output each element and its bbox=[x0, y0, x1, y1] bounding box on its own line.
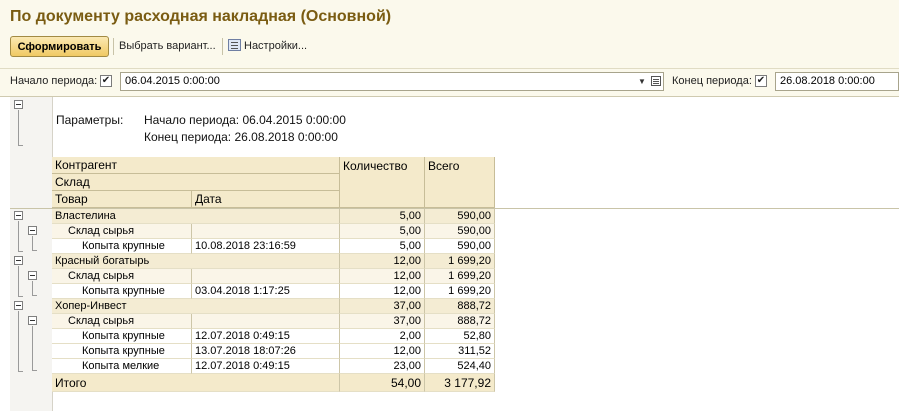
collapse-warehouse-toggle[interactable] bbox=[28, 226, 37, 235]
date-cell: 12.07.2018 0:49:15 bbox=[192, 359, 340, 374]
header-total: Всего bbox=[425, 157, 495, 208]
start-period-checkbox[interactable]: ✔ bbox=[100, 75, 112, 87]
quantity-cell: 37,00 bbox=[340, 314, 425, 329]
end-period-checkbox[interactable]: ✔ bbox=[755, 75, 767, 87]
toolbar-divider bbox=[113, 38, 114, 55]
total-label: Итого bbox=[52, 374, 340, 392]
date-cell: 03.04.2018 1:17:25 bbox=[192, 284, 340, 299]
collapse-params-toggle[interactable] bbox=[14, 100, 23, 109]
header-product: Товар bbox=[52, 191, 192, 208]
date-cell bbox=[192, 224, 340, 239]
param-start: Начало периода: 06.04.2015 0:00:00 bbox=[144, 113, 346, 127]
window-title: По документу расходная накладная (Основн… bbox=[10, 8, 392, 25]
date-cell: 10.08.2018 23:16:59 bbox=[192, 239, 340, 254]
sum-cell: 590,00 bbox=[425, 224, 495, 239]
sum-cell: 311,52 bbox=[425, 344, 495, 359]
quantity-cell: 23,00 bbox=[340, 359, 425, 374]
table-row[interactable]: Склад сырья 5,00 590,00 bbox=[52, 224, 495, 239]
product-cell: Копыта мелкие bbox=[52, 359, 192, 374]
quantity-cell: 12,00 bbox=[340, 284, 425, 299]
product-cell: Копыта крупные bbox=[52, 284, 192, 299]
date-cell: 12.07.2018 0:49:15 bbox=[192, 329, 340, 344]
toolbar-divider bbox=[222, 38, 223, 55]
collapse-counterparty-toggle[interactable] bbox=[14, 256, 23, 265]
quantity-cell: 2,00 bbox=[340, 329, 425, 344]
quantity-cell: 5,00 bbox=[340, 209, 425, 224]
table-row[interactable]: Копыта крупные 10.08.2018 23:16:59 5,00 590… bbox=[52, 239, 495, 254]
collapse-counterparty-toggle[interactable] bbox=[14, 211, 23, 220]
header-counterparty: Контрагент bbox=[52, 157, 340, 174]
table-row[interactable]: Властелина 5,00 590,00 bbox=[52, 209, 495, 224]
quantity-cell: 12,00 bbox=[340, 254, 425, 269]
collapse-counterparty-toggle[interactable] bbox=[14, 301, 23, 310]
group-bracket bbox=[18, 311, 23, 372]
start-period-dropdown-icon[interactable]: ▼ bbox=[635, 73, 649, 90]
total-sum: 3 177,92 bbox=[425, 374, 495, 392]
sum-cell: 1 699,20 bbox=[425, 269, 495, 284]
group-bracket bbox=[32, 281, 37, 296]
group-bracket bbox=[32, 236, 37, 251]
table-row[interactable]: Копыта крупные 12.07.2018 0:49:15 2,00 52,8… bbox=[52, 329, 495, 344]
collapse-warehouse-toggle[interactable] bbox=[28, 271, 37, 280]
header-date: Дата bbox=[192, 191, 340, 208]
calendar-icon[interactable] bbox=[649, 73, 663, 90]
total-quantity: 54,00 bbox=[340, 374, 425, 392]
product-cell: Копыта крупные bbox=[52, 239, 192, 254]
group-bracket bbox=[18, 221, 23, 252]
sum-cell: 1 699,20 bbox=[425, 284, 495, 299]
table-row[interactable]: Копыта мелкие 12.07.2018 0:49:15 23,00 524,… bbox=[52, 359, 495, 374]
sum-cell: 1 699,20 bbox=[425, 254, 495, 269]
quantity-cell: 12,00 bbox=[340, 269, 425, 284]
table-row[interactable]: Хопер-Инвест 37,00 888,72 bbox=[52, 299, 495, 314]
table-row[interactable]: Красный богатырь 12,00 1 699,20 bbox=[52, 254, 495, 269]
params-label: Параметры: bbox=[56, 113, 124, 127]
settings-icon bbox=[228, 39, 241, 51]
generate-button[interactable]: Сформировать bbox=[10, 36, 109, 57]
start-period-label: Начало периода: bbox=[10, 75, 98, 87]
table-row[interactable]: Копыта крупные 13.07.2018 18:07:26 12,00 31… bbox=[52, 344, 495, 359]
collapse-warehouse-toggle[interactable] bbox=[28, 316, 37, 325]
sum-cell: 590,00 bbox=[425, 239, 495, 254]
counterparty-cell: Хопер-Инвест bbox=[52, 299, 340, 314]
end-period-label: Конец периода: bbox=[672, 75, 752, 87]
header-warehouse: Склад bbox=[52, 174, 340, 191]
table-row[interactable]: Копыта крупные 03.04.2018 1:17:25 12,00 1 6… bbox=[52, 284, 495, 299]
date-cell bbox=[192, 269, 340, 284]
sum-cell: 888,72 bbox=[425, 299, 495, 314]
product-cell: Копыта крупные bbox=[52, 329, 192, 344]
quantity-cell: 12,00 bbox=[340, 344, 425, 359]
date-cell bbox=[192, 314, 340, 329]
sum-cell: 590,00 bbox=[425, 209, 495, 224]
select-variant-button[interactable]: Выбрать вариант... bbox=[119, 36, 216, 57]
group-bracket bbox=[32, 326, 37, 371]
counterparty-cell: Властелина bbox=[52, 209, 340, 224]
quantity-cell: 5,00 bbox=[340, 224, 425, 239]
settings-label: Настройки... bbox=[244, 40, 308, 52]
warehouse-cell: Склад сырья bbox=[52, 314, 192, 329]
date-cell: 13.07.2018 18:07:26 bbox=[192, 344, 340, 359]
sum-cell: 524,40 bbox=[425, 359, 495, 374]
settings-button[interactable]: Настройки... bbox=[228, 36, 307, 57]
warehouse-cell: Склад сырья bbox=[52, 269, 192, 284]
param-end: Конец периода: 26.08.2018 0:00:00 bbox=[144, 130, 338, 144]
product-cell: Копыта крупные bbox=[52, 344, 192, 359]
header-quantity: Количество bbox=[340, 157, 425, 208]
table-row[interactable]: Склад сырья 12,00 1 699,20 bbox=[52, 269, 495, 284]
sum-cell: 888,72 bbox=[425, 314, 495, 329]
sum-cell: 52,80 bbox=[425, 329, 495, 344]
quantity-cell: 37,00 bbox=[340, 299, 425, 314]
total-row: Итого 54,00 3 177,92 bbox=[52, 374, 495, 392]
end-period-input[interactable]: 26.08.2018 0:00:00 bbox=[775, 72, 899, 91]
quantity-cell: 5,00 bbox=[340, 239, 425, 254]
group-bracket bbox=[18, 110, 23, 146]
table-row[interactable]: Склад сырья 37,00 888,72 bbox=[52, 314, 495, 329]
group-bracket bbox=[18, 266, 23, 297]
start-period-input[interactable]: 06.04.2015 0:00:00 bbox=[120, 72, 664, 91]
counterparty-cell: Красный богатырь bbox=[52, 254, 340, 269]
warehouse-cell: Склад сырья bbox=[52, 224, 192, 239]
